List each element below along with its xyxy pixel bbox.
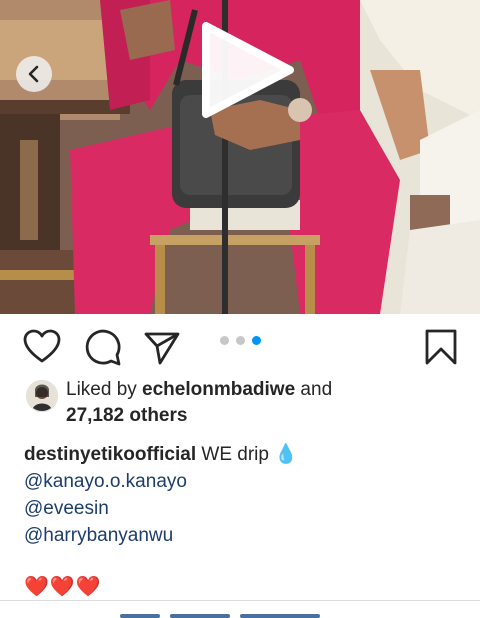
carousel-dot [236,336,245,345]
liker-username[interactable]: echelonmbadiwe [142,379,295,400]
likes-text: Liked by echelonmbadiwe and [66,378,332,402]
cut-off-glyphs [170,614,230,618]
avatar-image [27,381,57,411]
heart-icon [23,329,61,363]
bookmark-icon [425,329,457,365]
likes-summary[interactable]: Liked by echelonmbadiwe and 27,182 other… [24,378,464,430]
likes-count[interactable]: 27,182 others [66,404,187,428]
mention-link[interactable]: @harrybanyanwu [24,522,464,549]
comment-icon [85,329,121,366]
mention-link[interactable]: @kanayo.o.kanayo [24,468,464,495]
save-button[interactable] [424,328,458,371]
likes-connector: and [295,379,333,400]
cut-off-glyphs [120,614,160,618]
carousel-previous-button[interactable] [16,56,52,92]
chevron-left-icon [28,65,39,83]
mention-link[interactable]: @eveesin [24,495,464,522]
cut-off-glyphs [240,614,320,618]
post-caption: destinyetikoofficial WE drip 💧 @kanayo.o… [24,441,464,549]
send-icon [144,332,180,365]
cut-off-link-text [120,606,340,618]
play-button[interactable] [200,20,296,120]
divider [0,600,480,601]
play-icon [202,22,294,118]
caption-author[interactable]: destinyetikoofficial [24,444,196,465]
post-video[interactable] [0,0,480,314]
carousel-dot [220,336,229,345]
liker-avatar[interactable] [26,380,58,412]
caption-hearts: ❤️❤️❤️ [24,576,102,598]
likes-prefix: Liked by [66,379,143,400]
share-button[interactable] [143,330,181,371]
post-action-bar [0,314,480,380]
comment-button[interactable] [84,329,122,372]
like-button[interactable] [23,329,61,370]
caption-first-line: destinyetikoofficial WE drip 💧 [24,441,464,468]
caption-text: WE drip 💧 [196,444,298,465]
carousel-dot [252,336,261,345]
